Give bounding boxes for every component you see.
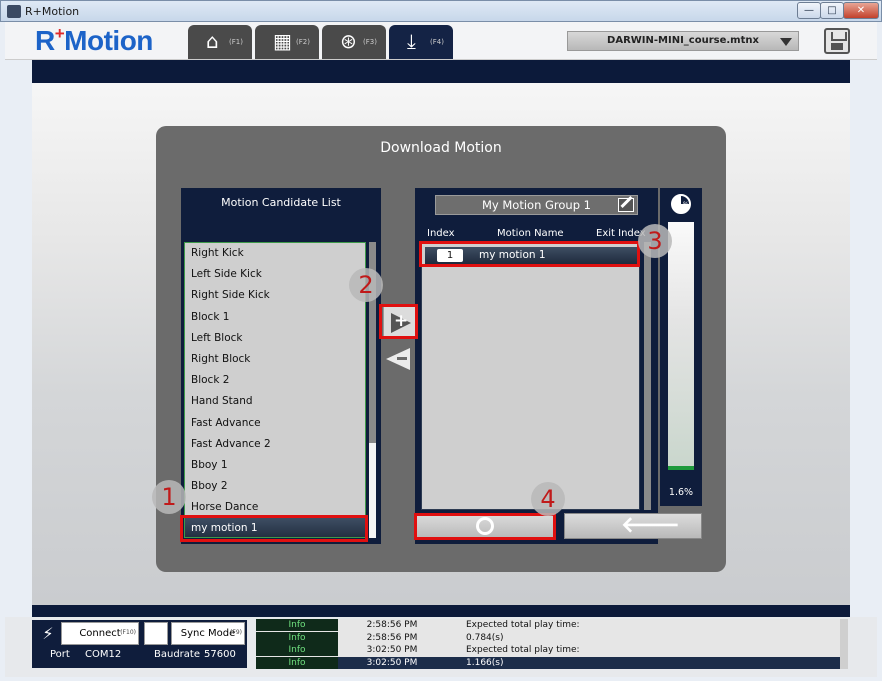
log-level: Info <box>256 619 338 631</box>
download-icon: ⤓ <box>407 29 416 53</box>
candidate-item[interactable]: Fast Advance <box>185 413 365 434</box>
log-row[interactable]: Info 2:58:56 PM Expected total play time: <box>256 619 840 631</box>
film-icon: ▦ <box>273 29 292 53</box>
file-select[interactable]: DARWIN-MINI_course.mtnx <box>567 31 799 51</box>
file-name: DARWIN-MINI_course.mtnx <box>607 35 759 46</box>
highlight-box-1 <box>180 515 368 542</box>
step-marker-4: 4 <box>531 482 565 516</box>
candidate-item[interactable]: Bboy 2 <box>185 476 365 497</box>
tab-motion-edit[interactable]: ▦ (F2) <box>255 25 319 59</box>
candidate-item[interactable]: Hand Stand <box>185 391 365 412</box>
save-icon[interactable] <box>824 28 850 54</box>
log-level: Info <box>256 631 338 644</box>
log-msg: Expected total play time: <box>466 645 580 655</box>
group-scrollbar[interactable] <box>644 242 651 510</box>
dialog-title: Download Motion <box>380 140 502 156</box>
log-row[interactable]: Info 3:02:50 PM 1.166(s) <box>256 656 840 669</box>
log-msg: 0.784(s) <box>466 632 504 643</box>
maximize-button[interactable]: □ <box>820 2 844 19</box>
bottom-strip <box>32 605 850 617</box>
back-arrow-icon: 🡐 <box>621 513 680 538</box>
film-reel-icon: ⊛ <box>340 29 357 53</box>
motion-candidate-panel: Motion Candidate List Right Kick Left Sid… <box>181 188 381 544</box>
highlight-box-4 <box>414 513 556 540</box>
baudrate-label: Baudrate <box>154 649 200 660</box>
tab-home[interactable]: ⌂ (F1) <box>188 25 252 59</box>
candidate-item[interactable]: Right Side Kick <box>185 285 365 306</box>
percent-icon: % <box>683 201 689 208</box>
col-motion-name: Motion Name <box>497 228 564 239</box>
log-row[interactable]: Info 2:58:56 PM 0.784(s) <box>256 631 840 644</box>
chevron-down-icon <box>780 38 792 46</box>
minus-icon <box>397 357 407 360</box>
candidate-item[interactable]: Right Block <box>185 349 365 370</box>
candidate-item[interactable]: Block 2 <box>185 370 365 391</box>
highlight-box-2 <box>379 304 418 339</box>
top-strip <box>32 60 850 83</box>
log-panel[interactable]: Info 2:58:56 PM Expected total play time: I… <box>256 619 840 669</box>
tab-download[interactable]: ⤓ (F4) <box>389 25 453 59</box>
motion-group-list[interactable]: 1 my motion 1 <box>421 242 640 510</box>
connect-button[interactable]: Connect (F10) <box>61 622 139 645</box>
app-header: R+Motion ⌂ (F1) ▦ (F2) ⊛ (F3) ⤓ (F4) DAR… <box>5 22 877 60</box>
candidate-list[interactable]: Right Kick Left Side Kick Right Side Kick B… <box>184 242 366 538</box>
logo: R+Motion <box>35 24 153 56</box>
highlight-box-3 <box>419 241 640 267</box>
log-time: 3:02:50 PM <box>366 657 418 668</box>
log-msg: Expected total play time: <box>466 620 580 630</box>
candidate-list-title: Motion Candidate List <box>221 196 341 209</box>
log-level: Info <box>256 644 338 656</box>
usage-percent: 1.6% <box>668 487 694 498</box>
candidate-item[interactable]: Bboy 1 <box>185 455 365 476</box>
port-label: Port <box>50 649 70 660</box>
candidate-item[interactable]: Right Kick <box>185 243 365 264</box>
tab-motion-play[interactable]: ⊛ (F3) <box>322 25 386 59</box>
edit-icon[interactable] <box>618 198 634 212</box>
candidate-item[interactable]: Left Side Kick <box>185 264 365 285</box>
candidate-item[interactable]: Fast Advance 2 <box>185 434 365 455</box>
remove-motion-button[interactable] <box>383 345 415 373</box>
log-time: 3:02:50 PM <box>366 645 418 655</box>
log-time: 2:58:56 PM <box>366 620 418 630</box>
log-msg: 1.166(s) <box>466 657 504 668</box>
candidate-item[interactable]: Left Block <box>185 328 365 349</box>
connection-panel: ⚡ Connect (F10) Sync Mode (F9) Port COM1… <box>32 620 247 668</box>
usage-fill <box>668 466 694 470</box>
port-value[interactable]: COM12 <box>85 649 121 660</box>
step-marker-2: 2 <box>349 268 383 302</box>
log-row[interactable]: Info 3:02:50 PM Expected total play time: <box>256 644 840 656</box>
window-title: R+Motion <box>25 5 80 18</box>
col-index: Index <box>427 228 455 239</box>
window-titlebar: R+Motion — □ ✕ <box>0 0 882 22</box>
step-marker-1: 1 <box>152 480 186 514</box>
step-marker-3: 3 <box>638 224 672 258</box>
log-scrollbar[interactable] <box>840 619 848 669</box>
candidate-scroll-thumb[interactable] <box>369 443 376 538</box>
candidate-item[interactable]: Block 1 <box>185 307 365 328</box>
log-time: 2:58:56 PM <box>366 632 418 643</box>
home-icon: ⌂ <box>206 29 219 53</box>
motion-group-name[interactable]: My Motion Group 1 <box>435 195 638 215</box>
sync-mode-button[interactable]: Sync Mode (F9) <box>171 622 245 645</box>
close-button[interactable]: ✕ <box>843 2 879 19</box>
usage-bar <box>668 222 694 470</box>
plug-icon: ⚡ <box>42 624 54 643</box>
baudrate-value[interactable]: 57600 <box>204 649 236 660</box>
sync-mode-toggle[interactable] <box>144 622 168 645</box>
download-motion-dialog: Download Motion Motion Candidate List Ri… <box>156 126 726 572</box>
log-level: Info <box>256 656 338 669</box>
minimize-button[interactable]: — <box>797 2 821 19</box>
back-button[interactable]: 🡐 <box>564 513 702 539</box>
app-icon <box>7 5 21 18</box>
